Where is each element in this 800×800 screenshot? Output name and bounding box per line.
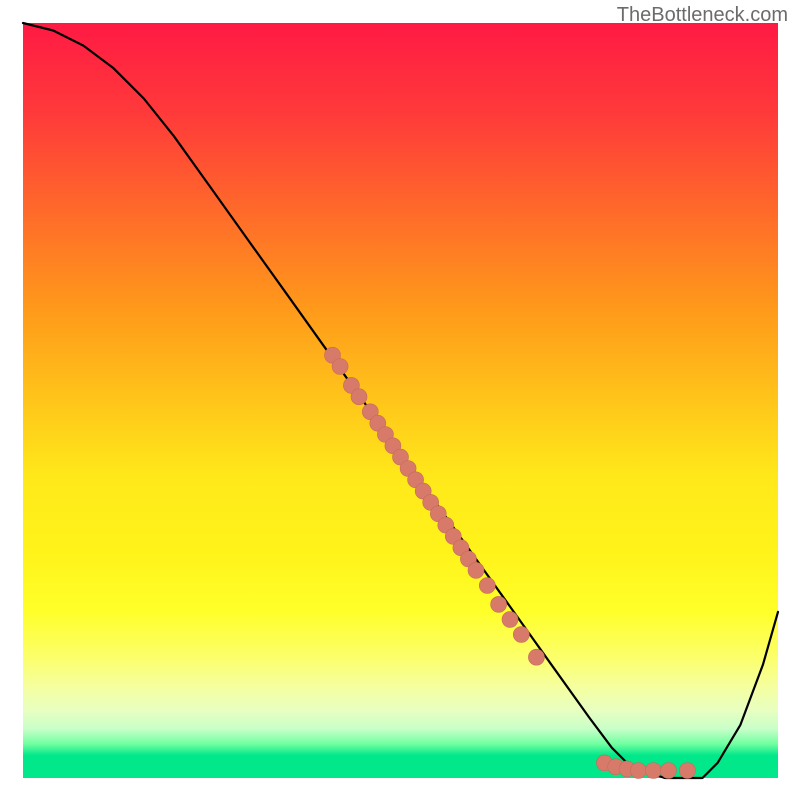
data-marker	[513, 627, 529, 643]
data-marker	[528, 649, 544, 665]
data-markers	[325, 347, 696, 778]
data-marker	[679, 763, 695, 779]
data-marker	[645, 763, 661, 779]
chart-plot-area	[23, 23, 778, 778]
data-marker	[332, 359, 348, 375]
data-marker	[351, 389, 367, 405]
data-marker	[661, 763, 677, 779]
data-marker	[468, 562, 484, 578]
bottleneck-curve	[23, 23, 778, 778]
data-marker	[630, 763, 646, 779]
data-marker	[502, 612, 518, 628]
watermark-label: TheBottleneck.com	[617, 4, 788, 27]
data-marker	[491, 596, 507, 612]
chart-svg	[23, 23, 778, 778]
data-marker	[479, 578, 495, 594]
